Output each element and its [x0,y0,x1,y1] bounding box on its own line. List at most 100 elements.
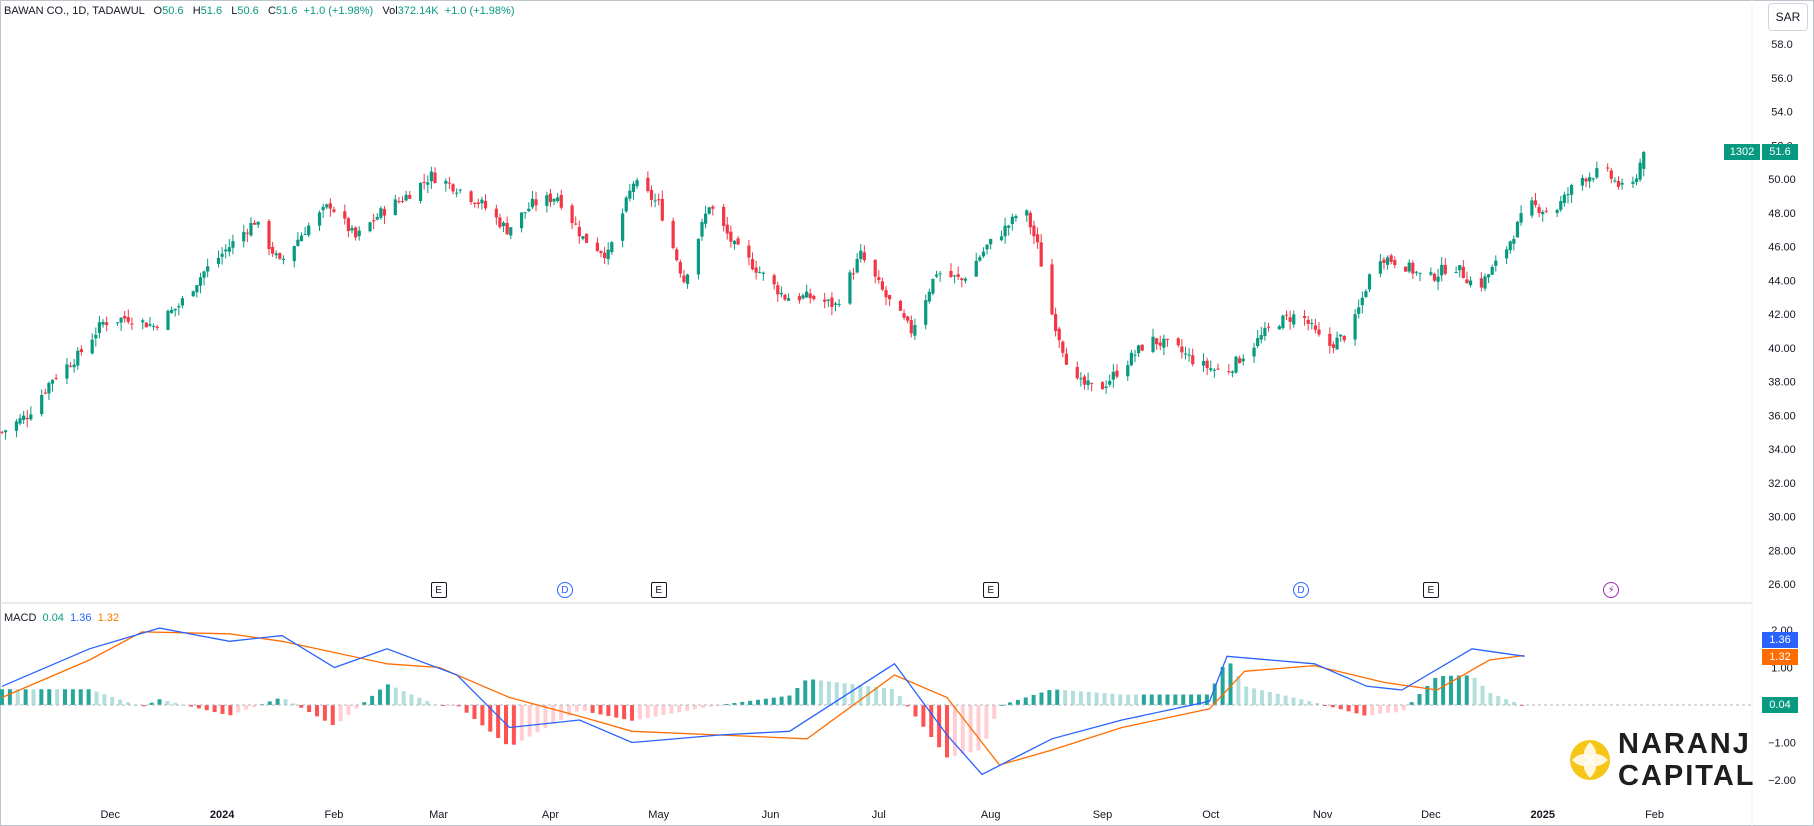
candle-body [1404,266,1408,272]
candle-body [281,258,286,260]
candle-body [1331,344,1336,348]
macd-histogram-bar [322,705,327,721]
signal-price-tag: 1.32 [1762,649,1798,665]
macd-histogram-bar [236,705,241,713]
candle-body [1533,200,1538,205]
candle-body [321,206,325,211]
candle-body [1209,368,1213,371]
chart-svg[interactable]: 58.056.054.052.050.0048.0046.0044.0042.0… [0,0,1814,826]
macd-histogram-bar [63,689,67,705]
time-tick-label: Nov [1313,809,1333,821]
candle-body [1544,210,1548,212]
macd-histogram-bar [724,704,729,706]
candle-body [350,227,354,231]
price-tick-label: 38.00 [1768,377,1796,389]
macd-histogram-bar [992,705,997,719]
candle-body [772,275,776,285]
candle-body [68,365,73,367]
candle-body [332,209,336,212]
candle-body [509,227,513,236]
candle-body [1519,213,1523,223]
candle-body [902,313,906,318]
candle-body [1165,338,1170,340]
macd-histogram-bar [1047,690,1052,705]
candle-body [0,431,4,433]
time-tick-label: May [648,809,669,821]
macd-histogram-bar [622,705,627,720]
candle-body [483,200,488,209]
macd-histogram-bar [1015,699,1020,705]
candle-body [29,414,33,420]
macd-histogram-bar [1134,694,1138,705]
candle-body [1642,152,1646,169]
macd-histogram-bar [685,705,690,711]
candle-body [704,213,708,224]
macd-histogram-bar [228,705,233,716]
macd-histogram-bar [779,696,784,705]
macd-histogram-bar [196,705,201,709]
macd-histogram-bar [527,705,532,737]
candle-body [877,277,881,281]
candle-body [1176,338,1180,346]
macd-histogram-bar [1126,694,1131,705]
candle-body [1082,376,1087,385]
candle-body [1591,178,1595,180]
earnings-event-marker[interactable]: E [1422,582,1439,598]
candle-body [299,235,304,242]
candle-body [671,220,675,249]
macd-histogram-bar [1102,693,1107,705]
candle-body [649,189,654,200]
candle-body [732,240,737,245]
candle-body [1313,325,1318,330]
candle-body [855,258,859,273]
candle-body [1140,344,1144,351]
candle-body [989,238,993,245]
candle-body [797,296,802,301]
dividend-event-marker[interactable]: D [1292,582,1309,598]
candle-body [581,236,585,239]
candle-body [924,300,928,325]
candle-body [245,232,249,234]
candle-body [429,171,433,182]
candle-body [833,303,838,305]
candle-body [1595,168,1599,178]
macd-histogram-bar [559,705,564,720]
macd-signal-line [1,631,1525,766]
candle-body [404,194,408,201]
macd-histogram-bar [480,705,485,726]
earnings-event-marker[interactable]: E [982,582,999,598]
candle-body [1057,328,1061,341]
candle-body [1562,194,1566,204]
candle-body [1483,276,1487,289]
candle-body [473,202,477,205]
candle-body [653,200,657,202]
countdown-tag: 1302 [1724,144,1760,160]
candle-body [1555,209,1559,213]
macd-histogram-bar [401,691,406,705]
dividend-event-marker[interactable]: D [556,582,573,598]
macd-histogram-bar [244,705,249,710]
macd-histogram-bar [346,705,351,715]
candle-body [1306,319,1310,324]
macd-histogram-bar [1260,690,1264,705]
candle-body [97,322,102,333]
candle-body [1407,262,1411,272]
price-tick-label: 48.00 [1768,208,1796,220]
macd-histogram-bar [55,689,60,705]
candle-body [1183,353,1188,355]
candle-body [570,205,574,224]
macd-histogram-bar [1346,705,1351,712]
macd-line [1,627,1525,776]
earnings-event-marker[interactable]: E [430,582,447,598]
candle-body [1028,212,1032,228]
candle-body [1530,200,1534,216]
macd-histogram-bar [1456,675,1461,705]
macd-histogram-bar [850,684,855,705]
macd-histogram-bar [1071,690,1075,705]
candle-body [1389,255,1393,262]
candle-body [624,197,628,212]
price-tick-label: 46.00 [1768,242,1796,254]
macd-histogram-bar [70,689,75,705]
earnings-event-marker[interactable]: E [650,582,667,598]
candle-body [447,182,452,184]
